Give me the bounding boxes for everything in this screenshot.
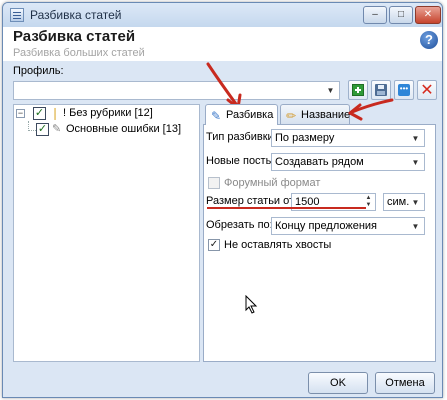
split-icon: ✎ xyxy=(211,109,222,123)
delete-icon: ✕ xyxy=(420,82,434,99)
chevron-down-icon[interactable]: ▼ xyxy=(409,132,422,145)
chevron-down-icon[interactable]: ▼ xyxy=(409,156,422,169)
tab-split[interactable]: ✎ Разбивка xyxy=(205,104,278,125)
chevron-down-icon[interactable]: ▼ xyxy=(409,220,422,233)
chevron-down-icon[interactable]: ▼ xyxy=(324,84,337,97)
ok-button[interactable]: OK xyxy=(308,372,368,394)
tab-label: Разбивка xyxy=(226,109,274,121)
category-tree[interactable]: − ✓ ❘ ! Без рубрики [12] ✓ ✎ Основные ош… xyxy=(13,104,200,362)
collapse-icon[interactable]: − xyxy=(16,109,25,118)
cut-value: Концу предложения xyxy=(275,220,378,232)
split-type-label: Тип разбивки: xyxy=(206,131,277,143)
profile-label: Профиль: xyxy=(13,65,64,77)
tree-connector xyxy=(28,130,36,131)
dialog-footer: OK Отмена xyxy=(3,365,442,397)
dialog-window: Разбивка статей – □ ✕ Разбивка статей Ра… xyxy=(2,2,443,398)
profile-select[interactable]: ▼ xyxy=(13,81,340,100)
delete-profile-button[interactable]: ✕ xyxy=(417,80,437,100)
folder-icon: ❘ xyxy=(50,106,61,120)
new-posts-select[interactable]: Создавать рядом ▼ xyxy=(271,153,425,171)
no-tails-checkbox[interactable]: ✓ xyxy=(208,239,220,251)
no-tails-label: Не оставлять хвосты xyxy=(224,239,332,251)
tree-item-label: ! Без рубрики [12] xyxy=(63,107,153,119)
more-profile-button[interactable]: ••• xyxy=(394,80,414,100)
tab-title[interactable]: ✏ Название xyxy=(280,104,350,124)
tab-label: Название xyxy=(301,109,351,121)
add-icon xyxy=(352,84,364,96)
forum-format-label: Форумный формат xyxy=(224,177,321,189)
window-title: Разбивка статей xyxy=(30,8,122,22)
more-icon: ••• xyxy=(398,84,410,96)
tree-item-label: Основные ошибки [13] xyxy=(66,123,181,135)
dialog-title: Разбивка статей xyxy=(13,28,136,45)
unit-select[interactable]: сим. ▼ xyxy=(383,193,425,211)
close-button[interactable]: ✕ xyxy=(415,6,441,24)
tab-panel: Тип разбивки: По размеру ▼ Новые посты: … xyxy=(203,124,436,362)
maximize-button[interactable]: □ xyxy=(389,6,413,24)
app-icon xyxy=(10,8,24,22)
new-posts-label: Новые посты: xyxy=(206,155,277,167)
dialog-header: Разбивка статей Разбивка больших статей … xyxy=(3,27,442,61)
size-label: Размер статьи от: xyxy=(206,195,298,207)
tree-checkbox[interactable]: ✓ xyxy=(33,107,46,120)
pencil-icon: ✏ xyxy=(286,109,297,123)
title-bar[interactable]: Разбивка статей – □ ✕ xyxy=(3,3,442,27)
cut-select[interactable]: Концу предложения ▼ xyxy=(271,217,425,235)
save-profile-button[interactable] xyxy=(371,80,391,100)
minimize-button[interactable]: – xyxy=(363,6,387,24)
cancel-button[interactable]: Отмена xyxy=(375,372,435,394)
add-profile-button[interactable] xyxy=(348,80,368,100)
cut-label: Обрезать по: xyxy=(206,219,273,231)
annotation-underline xyxy=(207,207,366,209)
save-icon xyxy=(375,84,387,96)
pen-icon: ✎ xyxy=(52,123,62,135)
mouse-cursor-icon xyxy=(245,295,258,314)
split-type-value: По размеру xyxy=(275,132,335,144)
chevron-down-icon[interactable]: ▼ xyxy=(409,196,422,209)
new-posts-value: Создавать рядом xyxy=(275,156,364,168)
settings-tabs: ✎ Разбивка ✏ Название Тип разбивки: По р… xyxy=(203,104,436,362)
split-type-select[interactable]: По размеру ▼ xyxy=(271,129,425,147)
help-icon[interactable]: ? xyxy=(420,31,438,49)
forum-format-checkbox[interactable] xyxy=(208,177,220,189)
dialog-subtitle: Разбивка больших статей xyxy=(13,47,145,59)
unit-value: сим. xyxy=(387,196,410,208)
tree-checkbox[interactable]: ✓ xyxy=(36,123,49,136)
